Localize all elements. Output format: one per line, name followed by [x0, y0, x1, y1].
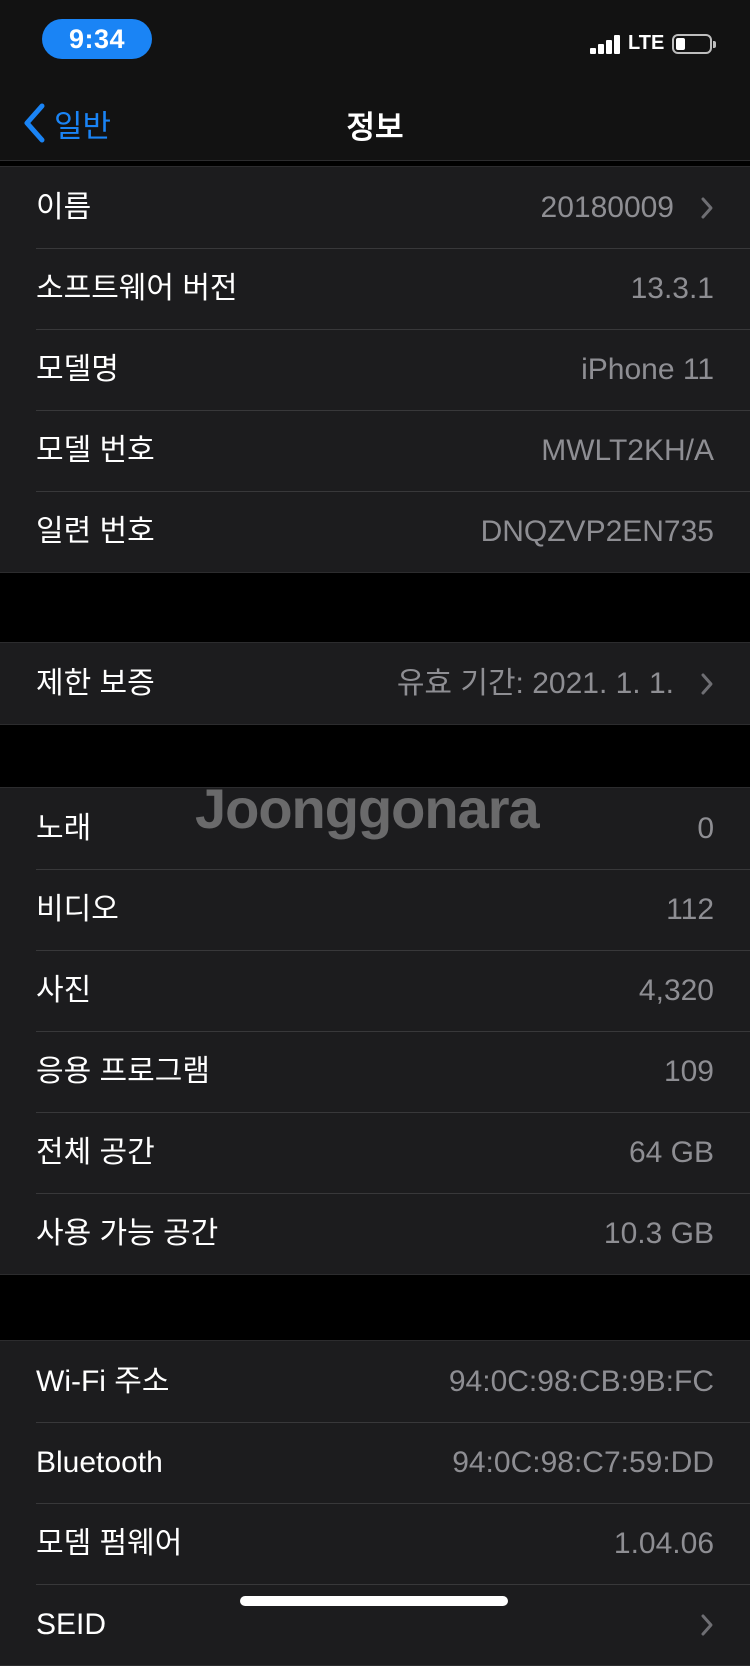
row-label: 사진 [36, 974, 92, 1007]
videos-row: 비디오 112 [0, 869, 750, 950]
serial-number-row: 일련 번호 DNQZVP2EN735 [0, 491, 750, 572]
chevron-right-icon [701, 197, 713, 219]
row-value: 13.3.1 [630, 272, 714, 305]
software-version-row: 소프트웨어 버전 13.3.1 [0, 248, 750, 329]
row-label: 제한 보증 [36, 667, 155, 700]
row-value: 112 [666, 893, 714, 926]
row-value: iPhone 11 [581, 353, 714, 386]
model-name-row: 모델명 iPhone 11 [0, 329, 750, 410]
device-info-group: 이름 20180009 소프트웨어 버전 13.3.1 모델명 iPhone 1… [0, 166, 750, 573]
network-group: Wi-Fi 주소 94:0C:98:CB:9B:FC Bluetooth 94:… [0, 1340, 750, 1666]
row-label: Bluetooth [36, 1446, 163, 1479]
bluetooth-row: Bluetooth 94:0C:98:C7:59:DD [0, 1422, 750, 1503]
row-label: Wi-Fi 주소 [36, 1365, 170, 1398]
row-label: 소프트웨어 버전 [36, 272, 238, 305]
row-label: 노래 [36, 812, 92, 845]
row-label: 비디오 [36, 893, 119, 926]
row-label: 모델 번호 [36, 434, 155, 467]
battery-icon [672, 34, 716, 54]
row-label: 사용 가능 공간 [36, 1217, 219, 1250]
model-number-row[interactable]: 모델 번호 MWLT2KH/A [0, 410, 750, 491]
limited-warranty-row[interactable]: 제한 보증 유효 기간: 2021. 1. 1. [0, 643, 750, 724]
photos-row: 사진 4,320 [0, 950, 750, 1031]
name-row[interactable]: 이름 20180009 [0, 167, 750, 248]
row-value: 10.3 GB [603, 1217, 714, 1250]
row-value: 20180009 [540, 191, 674, 224]
applications-row: 응용 프로그램 109 [0, 1031, 750, 1112]
row-label: 응용 프로그램 [36, 1055, 210, 1088]
row-label: 모델명 [36, 353, 119, 386]
wifi-address-row: Wi-Fi 주소 94:0C:98:CB:9B:FC [0, 1341, 750, 1422]
row-value: 1.04.06 [613, 1527, 714, 1560]
capacity-row: 전체 공간 64 GB [0, 1112, 750, 1193]
row-value: 유효 기간: 2021. 1. 1. [396, 667, 674, 700]
network-type: LTE [628, 32, 665, 54]
modem-firmware-row: 모뎀 펌웨어 1.04.06 [0, 1503, 750, 1584]
row-value: 4,320 [638, 974, 714, 1007]
status-time: 9:34 [42, 19, 152, 59]
status-bar: 9:34 LTE [0, 0, 750, 88]
media-storage-group: 노래 0 비디오 112 사진 4,320 응용 프로그램 109 전체 공간 … [0, 787, 750, 1275]
row-label: 전체 공간 [36, 1136, 155, 1169]
home-indicator[interactable] [240, 1596, 508, 1606]
chevron-right-icon [701, 1614, 713, 1636]
chevron-right-icon [701, 673, 713, 695]
row-value: DNQZVP2EN735 [480, 515, 714, 548]
navigation-bar: 일반 정보 [0, 88, 750, 161]
page-title: 정보 [346, 110, 404, 145]
cellular-signal-icon [590, 34, 626, 54]
watermark-logo: Joonggonara [195, 777, 540, 840]
available-row: 사용 가능 공간 10.3 GB [0, 1193, 750, 1274]
row-value: 94:0C:98:C7:59:DD [452, 1446, 714, 1479]
row-label: SEID [36, 1608, 107, 1641]
row-label: 일련 번호 [36, 515, 155, 548]
row-value: MWLT2KH/A [541, 434, 714, 467]
row-value: 94:0C:98:CB:9B:FC [448, 1365, 714, 1398]
row-label: 이름 [36, 191, 92, 224]
row-value: 0 [697, 812, 714, 845]
row-value: 109 [663, 1055, 714, 1088]
row-value: 64 GB [628, 1136, 714, 1169]
warranty-group: 제한 보증 유효 기간: 2021. 1. 1. [0, 642, 750, 725]
row-label: 모뎀 펌웨어 [36, 1527, 183, 1560]
